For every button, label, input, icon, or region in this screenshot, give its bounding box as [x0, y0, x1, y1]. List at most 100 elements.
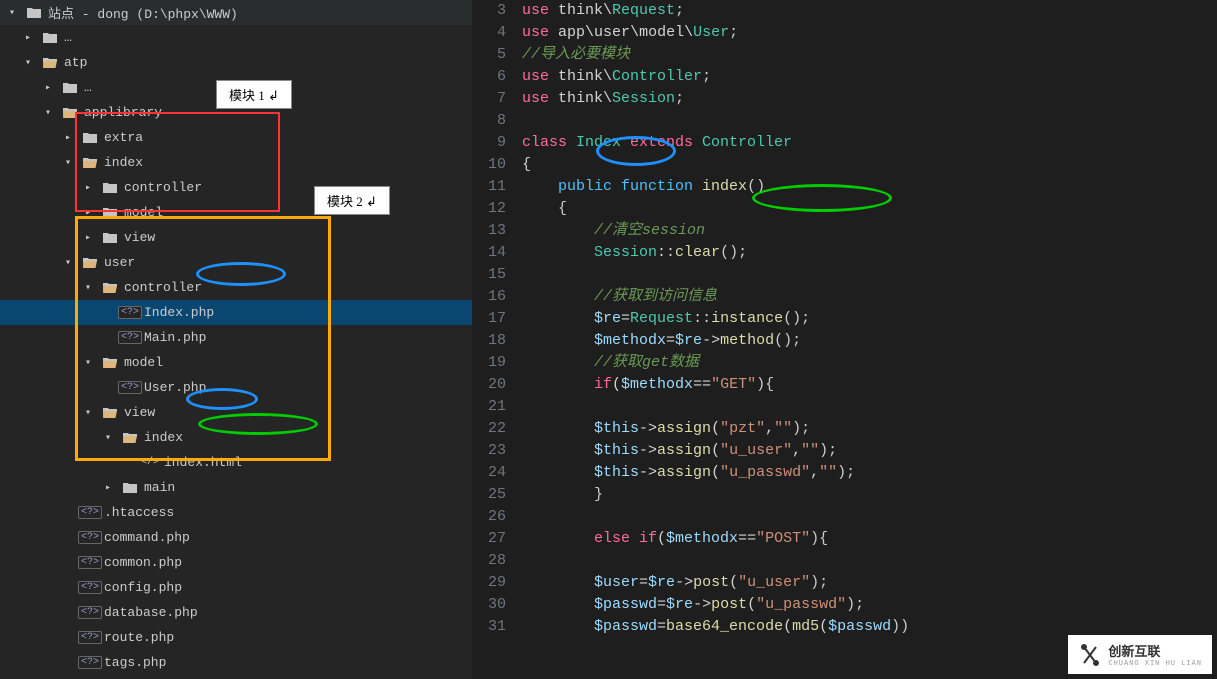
tree-item-index[interactable]: ▾ index	[0, 150, 472, 175]
tree-item-label: Main.php	[144, 330, 206, 345]
code-line[interactable]: $this->assign("pzt","");	[522, 418, 1217, 440]
tree-item-main[interactable]: ▸main	[0, 475, 472, 500]
code-line[interactable]	[522, 550, 1217, 572]
file-explorer-sidebar[interactable]: ▾ 站点 - dong (D:\phpx\WWW) ▸…▾atp▸…▾appli…	[0, 0, 472, 679]
line-number: 15	[472, 264, 506, 286]
chevron-right-icon[interactable]: ▸	[80, 230, 96, 246]
chevron-down-icon[interactable]: ▾	[60, 255, 76, 271]
tree-item-model[interactable]: ▸model	[0, 200, 472, 225]
folder-open-icon	[122, 430, 138, 446]
php-file-icon: <?>	[82, 605, 98, 621]
chevron-right-icon[interactable]: ▸	[100, 480, 116, 496]
code-line[interactable]: $passwd=$re->post("u_passwd");	[522, 594, 1217, 616]
code-line[interactable]	[522, 110, 1217, 132]
tree-item-index-html[interactable]: </> index.html	[0, 450, 472, 475]
chevron-none	[60, 555, 76, 571]
code-line[interactable]: //获取到访问信息	[522, 286, 1217, 308]
tree-item-label: Index.php	[144, 305, 214, 320]
chevron-down-icon[interactable]: ▾	[100, 430, 116, 446]
chevron-down-icon[interactable]: ▾	[80, 405, 96, 421]
code-line[interactable]	[522, 396, 1217, 418]
tree-item-controller[interactable]: ▾ controller	[0, 275, 472, 300]
code-line[interactable]: use think\Controller;	[522, 66, 1217, 88]
tree-item-extra[interactable]: ▸ extra	[0, 125, 472, 150]
code-line[interactable]: $re=Request::instance();	[522, 308, 1217, 330]
folder-open-icon	[102, 280, 118, 296]
php-file-icon: <?>	[82, 555, 98, 571]
tree-item-atp[interactable]: ▾atp	[0, 50, 472, 75]
code-line[interactable]: {	[522, 198, 1217, 220]
tree-item-user-php[interactable]: <?>User.php	[0, 375, 472, 400]
tree-item-user[interactable]: ▾user	[0, 250, 472, 275]
tree-item-tags-php[interactable]: <?>tags.php	[0, 650, 472, 675]
tree-item-label: config.php	[104, 580, 182, 595]
tree-item-label: index.html	[164, 455, 242, 470]
code-line[interactable]: Session::clear();	[522, 242, 1217, 264]
tree-item-model[interactable]: ▾model	[0, 350, 472, 375]
code-line[interactable]: //导入必要模块	[522, 44, 1217, 66]
tree-item-common-php[interactable]: <?>common.php	[0, 550, 472, 575]
folder-open-icon	[102, 355, 118, 371]
chevron-down-icon[interactable]: ▾	[40, 105, 56, 121]
code-line[interactable]: $methodx=$re->method();	[522, 330, 1217, 352]
tree-item-label: applibrary	[84, 105, 162, 120]
code-line[interactable]: }	[522, 484, 1217, 506]
tree-item-main-php[interactable]: <?> Main.php	[0, 325, 472, 350]
tree-item-view[interactable]: ▸view	[0, 225, 472, 250]
code-line[interactable]: else if($methodx=="POST"){	[522, 528, 1217, 550]
chevron-right-icon[interactable]: ▸	[40, 80, 56, 96]
chevron-right-icon[interactable]: ▸	[20, 30, 36, 46]
code-content[interactable]: use think\Request;use app\user\model\Use…	[522, 0, 1217, 638]
code-line[interactable]: //清空session	[522, 220, 1217, 242]
code-line[interactable]: if($methodx=="GET"){	[522, 374, 1217, 396]
code-line[interactable]: public function index()	[522, 176, 1217, 198]
tree-item-index[interactable]: ▾index	[0, 425, 472, 450]
line-number: 8	[472, 110, 506, 132]
tree-item-route-php[interactable]: <?>route.php	[0, 625, 472, 650]
chevron-right-icon[interactable]: ▸	[80, 205, 96, 221]
chevron-none	[100, 305, 116, 321]
html-file-icon: </>	[142, 455, 158, 471]
tree-item--[interactable]: ▸…	[0, 25, 472, 50]
tree-item--htaccess[interactable]: <?>.htaccess	[0, 500, 472, 525]
tree-item-command-php[interactable]: <?>command.php	[0, 525, 472, 550]
chevron-none	[120, 455, 136, 471]
code-line[interactable]: use app\user\model\User;	[522, 22, 1217, 44]
line-number: 29	[472, 572, 506, 594]
code-line[interactable]: use think\Session;	[522, 88, 1217, 110]
code-line[interactable]: $this->assign("u_user","");	[522, 440, 1217, 462]
chevron-none	[60, 655, 76, 671]
chevron-down-icon[interactable]: ▾	[60, 155, 76, 171]
php-file-icon: <?>	[122, 330, 138, 346]
line-number: 5	[472, 44, 506, 66]
code-line[interactable]: {	[522, 154, 1217, 176]
tree-item-label: …	[64, 30, 72, 45]
tree-item-index-php[interactable]: <?>Index.php	[0, 300, 472, 325]
code-line[interactable]: class Index extends Controller	[522, 132, 1217, 154]
tree-item-view[interactable]: ▾view	[0, 400, 472, 425]
code-line[interactable]	[522, 264, 1217, 286]
folder-open-icon	[62, 105, 78, 121]
folder-icon	[102, 230, 118, 246]
chevron-down-icon[interactable]: ▾	[20, 55, 36, 71]
chevron-down-icon[interactable]: ▾	[80, 280, 96, 296]
tree-item-label: extra	[104, 130, 143, 145]
code-line[interactable]: //获取get数据	[522, 352, 1217, 374]
tree-root[interactable]: ▾ 站点 - dong (D:\phpx\WWW)	[0, 0, 472, 25]
chevron-right-icon[interactable]: ▸	[60, 130, 76, 146]
line-number: 30	[472, 594, 506, 616]
code-editor[interactable]: 3456789101112131415161718192021222324252…	[472, 0, 1217, 679]
code-line[interactable]: $this->assign("u_passwd","");	[522, 462, 1217, 484]
code-line[interactable]	[522, 506, 1217, 528]
code-line[interactable]: $user=$re->post("u_user");	[522, 572, 1217, 594]
code-line[interactable]: use think\Request;	[522, 0, 1217, 22]
chevron-down-icon[interactable]: ▾	[80, 355, 96, 371]
tree-item-database-php[interactable]: <?>database.php	[0, 600, 472, 625]
tree-item-label: controller	[124, 280, 202, 295]
tree-item-controller[interactable]: ▸controller	[0, 175, 472, 200]
tree-item-label: index	[104, 155, 143, 170]
line-number: 9	[472, 132, 506, 154]
tree-item-config-php[interactable]: <?>config.php	[0, 575, 472, 600]
tree-item-extend[interactable]: ▸extend	[0, 675, 472, 679]
chevron-right-icon[interactable]: ▸	[80, 180, 96, 196]
